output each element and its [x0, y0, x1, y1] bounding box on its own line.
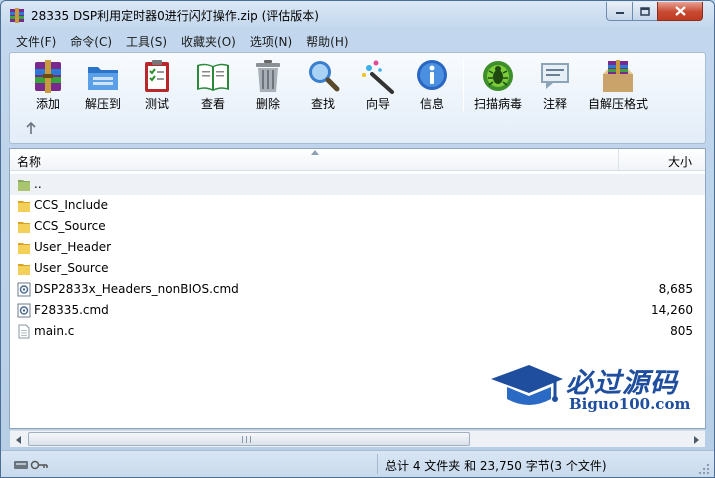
status-summary: 总计 4 文件夹 和 23,750 字节(3 个文件) — [385, 459, 607, 473]
add-archive-icon — [35, 60, 61, 93]
file-size: 805 — [670, 324, 693, 338]
file-name: User_Header — [34, 240, 112, 254]
toolbar-info-label: 信息 — [419, 97, 444, 111]
column-name-label: 名称 — [17, 155, 42, 169]
scroll-right-button[interactable] — [688, 432, 704, 447]
parent-folder-icon — [18, 180, 30, 191]
title-bar: 28335 DSP利用定时器0进行闪灯操作.zip (评估版本) — [1, 1, 714, 30]
file-name: .. — [34, 177, 42, 191]
cmd-file-icon — [17, 282, 31, 297]
close-button[interactable] — [657, 2, 703, 21]
toolbar-comment-button[interactable]: 注释 — [527, 56, 583, 112]
table-row[interactable]: User_Source — [10, 258, 705, 279]
drive-key-icon[interactable] — [13, 458, 49, 472]
window-title: 28335 DSP利用定时器0进行闪灯操作.zip (评估版本) — [31, 9, 319, 23]
virus-scan-icon — [483, 61, 513, 91]
watermark: 必过源码 Biguo100.com — [489, 359, 699, 415]
table-row[interactable]: CCS_Include — [10, 195, 705, 216]
scroll-thumb[interactable] — [28, 432, 470, 446]
test-clipboard-icon — [145, 60, 169, 92]
table-row[interactable]: CCS_Source — [10, 216, 705, 237]
folder-icon — [18, 222, 30, 233]
scroll-right-icon — [694, 435, 699, 444]
toolbar-sfx-label: 自解压格式 — [587, 97, 648, 111]
trash-can-icon — [256, 60, 280, 92]
magnifier-icon — [309, 61, 340, 92]
sort-ascending-icon — [311, 150, 319, 155]
extract-folder-icon — [88, 67, 118, 90]
table-row[interactable]: F28335.cmd 14,260 — [10, 300, 705, 321]
wizard-wand-icon — [362, 60, 394, 94]
table-row[interactable]: User_Header — [10, 237, 705, 258]
toolbar-info-button[interactable]: 信息 — [404, 56, 460, 112]
file-name: User_Source — [34, 261, 109, 275]
menu-options[interactable]: 选项(N) — [243, 31, 299, 51]
maximize-icon — [640, 6, 650, 16]
toolbar-sfx-button[interactable]: 自解压格式 — [588, 56, 648, 112]
table-row[interactable]: .. — [10, 174, 705, 195]
minimize-button[interactable] — [606, 2, 633, 21]
menu-bar: 文件(F) 命令(C) 工具(S) 收藏夹(O) 选项(N) 帮助(H) — [1, 31, 714, 51]
cmd-file-icon — [17, 303, 31, 318]
up-one-level-icon[interactable] — [24, 121, 38, 135]
watermark-en-text: Biguo100.com — [569, 395, 691, 413]
column-header-name[interactable]: 名称 — [10, 149, 619, 170]
file-name: CCS_Source — [34, 219, 106, 233]
file-name: F28335.cmd — [34, 303, 109, 317]
status-separator — [377, 454, 378, 474]
info-icon — [417, 60, 447, 90]
table-row[interactable]: main.c 805 — [10, 321, 705, 342]
resize-grip-icon[interactable] — [698, 463, 710, 475]
scroll-grip — [242, 436, 251, 443]
column-size-label: 大小 — [667, 155, 692, 169]
toolbar: 添加 解压到 测试 查看 删除 查找 向导 信息 扫描病毒 注释 自解压格式 — [9, 52, 706, 144]
graduation-cap-logo — [491, 365, 563, 405]
minimize-icon — [615, 12, 624, 14]
comment-icon — [541, 63, 569, 89]
file-name: main.c — [34, 324, 75, 338]
folder-icon — [18, 243, 30, 254]
scroll-left-icon — [16, 435, 21, 444]
menu-commands[interactable]: 命令(C) — [63, 31, 119, 51]
column-header-size[interactable]: 大小 — [620, 149, 698, 170]
scroll-left-button[interactable] — [11, 432, 27, 447]
folder-icon — [18, 201, 30, 212]
menu-help[interactable]: 帮助(H) — [299, 31, 355, 51]
close-icon — [674, 6, 686, 16]
list-header: 名称 大小 — [10, 149, 705, 171]
file-rows: .. CCS_Include CCS_Source User_Header Us — [10, 174, 705, 342]
horizontal-scrollbar[interactable] — [10, 430, 705, 447]
file-name: DSP2833x_Headers_nonBIOS.cmd — [34, 282, 239, 296]
maximize-button[interactable] — [632, 2, 658, 21]
file-size: 8,685 — [658, 282, 693, 296]
view-book-icon — [197, 63, 229, 91]
sfx-archive-icon — [603, 60, 633, 92]
winrar-app-icon[interactable] — [9, 7, 25, 23]
menu-file[interactable]: 文件(F) — [9, 31, 63, 51]
table-row[interactable]: DSP2833x_Headers_nonBIOS.cmd 8,685 — [10, 279, 705, 300]
winrar-window: 28335 DSP利用定时器0进行闪灯操作.zip (评估版本) 文件(F) 命… — [0, 0, 715, 478]
text-file-icon — [18, 324, 30, 339]
file-name: CCS_Include — [34, 198, 109, 212]
folder-icon — [18, 264, 30, 275]
menu-favorites[interactable]: 收藏夹(O) — [174, 31, 243, 51]
status-bar: 总计 4 文件夹 和 23,750 字节(3 个文件) — [1, 450, 714, 477]
file-size: 14,260 — [651, 303, 693, 317]
menu-tools[interactable]: 工具(S) — [119, 31, 174, 51]
